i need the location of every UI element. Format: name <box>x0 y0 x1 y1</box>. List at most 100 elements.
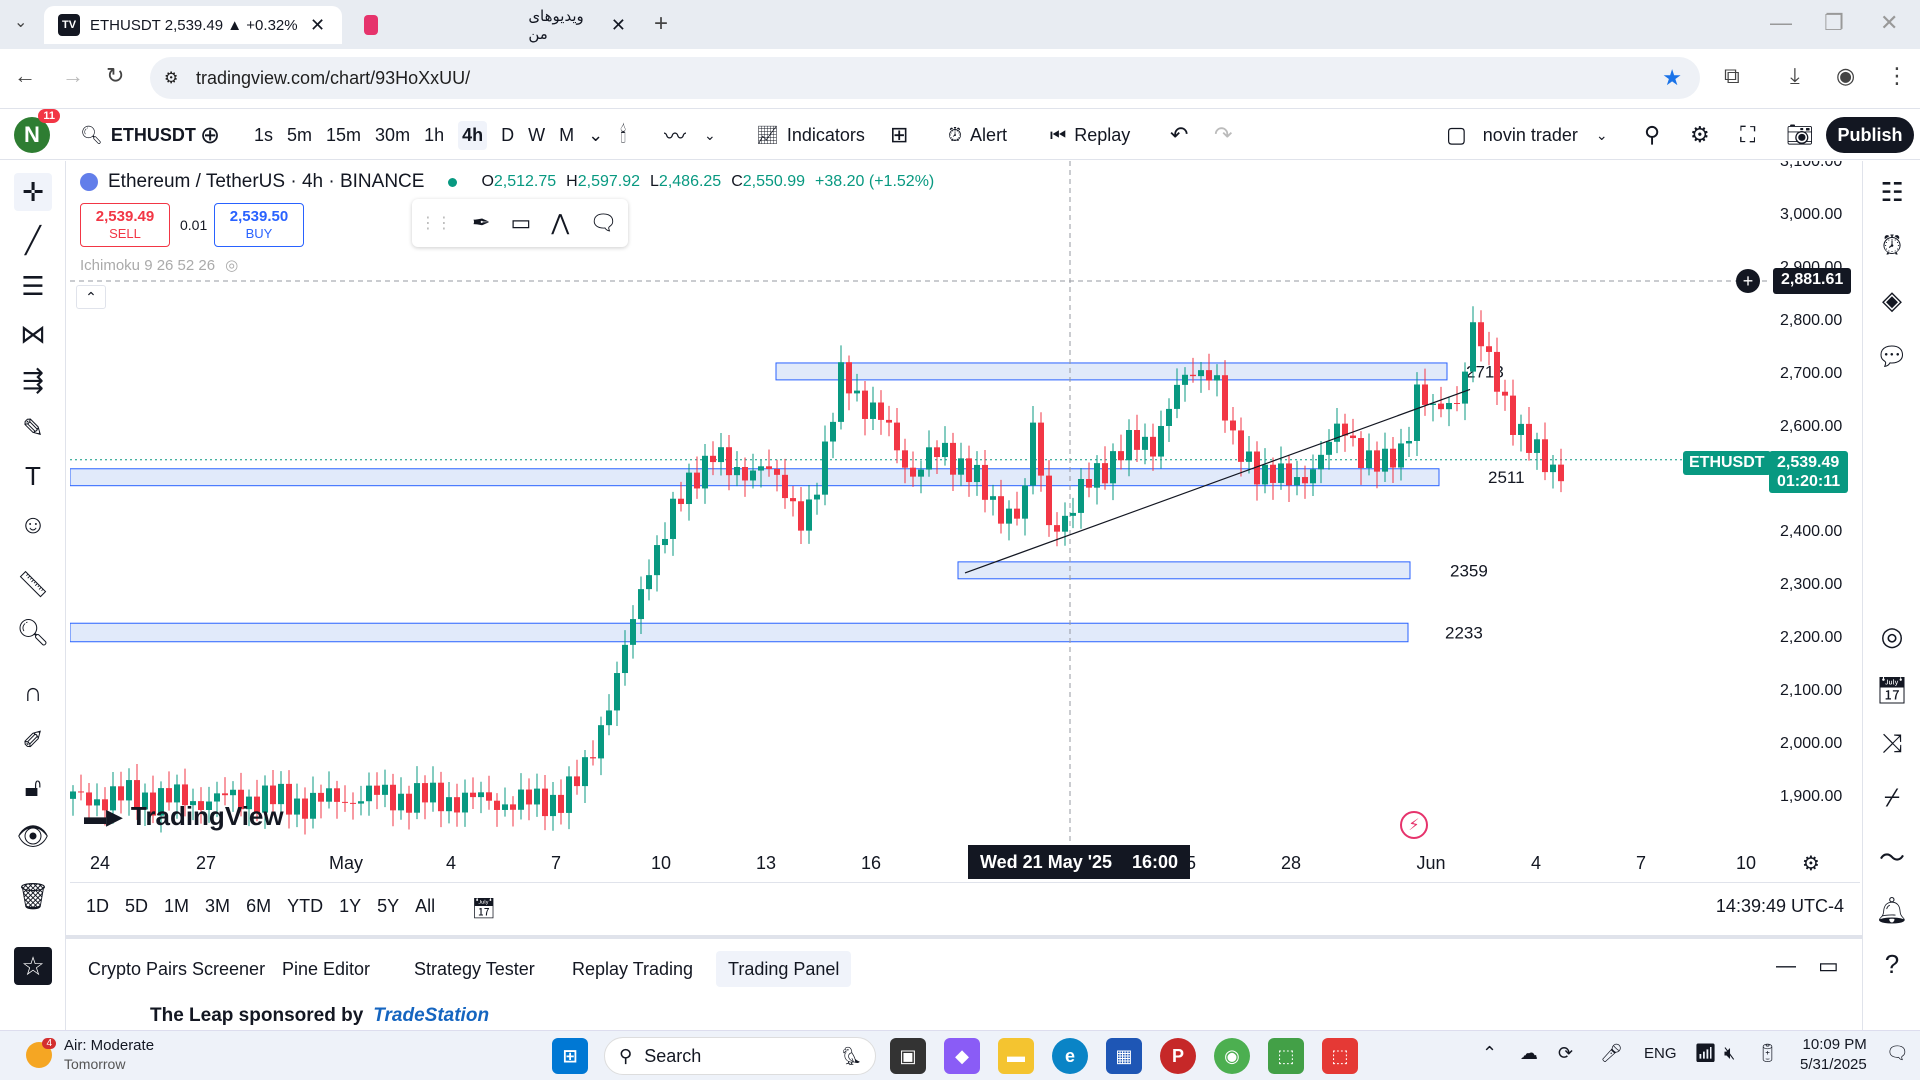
layout-menu-button[interactable]: ▢ novin trader ⌄ <box>1446 110 1608 160</box>
eye-hidden-icon[interactable]: ◎ <box>225 256 238 274</box>
tab-replay-trading[interactable]: Replay Trading <box>560 951 705 987</box>
buy-button[interactable]: 2,539.50 BUY <box>214 203 304 247</box>
profile-icon[interactable]: ◉ <box>1836 63 1855 89</box>
object-tree-icon[interactable]: ◈ <box>1873 281 1911 319</box>
tab-pine-editor[interactable]: Pine Editor <box>270 951 382 987</box>
onedrive-icon[interactable]: ☁ <box>1520 1043 1538 1064</box>
ideas-target-icon[interactable]: ◎ <box>1873 617 1911 655</box>
eye-icon[interactable]: 👁︎ <box>14 817 52 855</box>
tab-crypto-screener[interactable]: Crypto Pairs Screener <box>76 951 277 987</box>
undo-icon[interactable]: ↶ <box>1170 110 1188 160</box>
settings-gear-icon[interactable]: ⚙ <box>1690 110 1710 160</box>
magnet-icon[interactable]: ∩ <box>14 673 52 711</box>
pen-tool-icon[interactable]: ✒ <box>472 210 490 236</box>
timeframe-dropdown-icon[interactable]: ⌄ <box>588 125 603 146</box>
replay-button[interactable]: ⏮︎ Replay <box>1050 110 1130 160</box>
timeframe-M[interactable]: M <box>559 125 574 146</box>
time-axis[interactable]: 2427May471013162528Jun4710 Wed 21 May '2… <box>70 845 1860 881</box>
collapse-legend-icon[interactable]: ⌃ <box>76 285 106 309</box>
app-red-icon[interactable]: ⬚ <box>1322 1038 1358 1074</box>
timeframe-1s[interactable]: 1s <box>254 125 273 146</box>
lock-icon[interactable]: 🔓︎ <box>14 769 52 807</box>
range-6M[interactable]: 6M <box>246 896 271 921</box>
strategy-icon[interactable]: ⌿ <box>1873 779 1911 817</box>
reload-icon[interactable]: ↻ <box>106 63 124 89</box>
zoom-in-icon[interactable]: 🔍︎ <box>14 613 52 651</box>
text-tool-icon[interactable]: T <box>14 457 52 495</box>
browser-tab-2[interactable]: ویدیوهای من ✕ <box>350 6 640 44</box>
quick-search-icon[interactable]: ⚲ <box>1644 110 1660 160</box>
pine-editor-icon[interactable]: ⤨ <box>1873 725 1911 763</box>
copilot-icon[interactable]: ◆ <box>944 1038 980 1074</box>
new-tab-icon[interactable]: + <box>654 10 668 38</box>
stay-in-drawing-icon[interactable]: ✐ <box>14 721 52 759</box>
price-chart-canvas[interactable]: 2713251123592233 <box>70 161 1860 845</box>
drag-handle-icon[interactable]: ⋮⋮ <box>420 213 452 233</box>
sync-icon[interactable]: ⟳ <box>1558 1043 1573 1064</box>
brush-icon[interactable]: ✎ <box>14 409 52 447</box>
callout-tool-icon[interactable]: 🗨︎ <box>589 210 617 236</box>
candle-type-icon[interactable]: 🕯︎ <box>620 110 626 160</box>
close-window-icon[interactable]: ✕ <box>1880 10 1898 36</box>
downloads-icon[interactable]: ⤓ <box>1790 63 1800 89</box>
trend-line-icon[interactable]: ╱ <box>14 221 52 259</box>
chrome-icon[interactable]: ◉ <box>1214 1038 1250 1074</box>
price-axis[interactable]: 3,100.003,000.002,900.002,800.002,700.00… <box>1780 161 1860 845</box>
tab-close-icon[interactable]: ✕ <box>611 15 626 36</box>
chat-icon[interactable]: 💬︎ <box>1873 337 1911 375</box>
range-3M[interactable]: 3M <box>205 896 230 921</box>
indicator-row[interactable]: Ichimoku 9 26 52 26 ◎ <box>80 256 238 275</box>
sponsor-banner[interactable]: The Leap sponsored by TradeStation <box>150 1005 489 1027</box>
templates-icon[interactable]: ⊞ <box>890 110 908 160</box>
line-chart-icon[interactable]: 〰 ⌄ <box>664 110 716 160</box>
range-All[interactable]: All <box>415 896 435 921</box>
chevron-down-icon[interactable]: ⌄ <box>704 127 716 144</box>
site-info-icon[interactable]: ⚙ <box>164 68 178 88</box>
lightning-icon[interactable]: ⚡︎ <box>1400 811 1428 839</box>
crosshair-icon[interactable]: ✛ <box>14 173 52 211</box>
forecast-icon[interactable]: ⇶ <box>14 361 52 399</box>
axis-settings-icon[interactable]: ⚙ <box>1802 851 1820 876</box>
snapshot-camera-icon[interactable]: 📷︎ <box>1786 110 1814 160</box>
trash-icon[interactable]: 🗑︎ <box>14 877 52 915</box>
timeframe-15m[interactable]: 15m <box>326 125 361 146</box>
range-1M[interactable]: 1M <box>164 896 189 921</box>
bookmark-star-icon[interactable]: ★ <box>1662 65 1682 91</box>
taskbar-clock[interactable]: 10:09 PM 5/31/2025 <box>1800 1035 1867 1075</box>
volume-icon[interactable]: 🔇︎ <box>1724 1043 1735 1064</box>
timeframe-4h[interactable]: 4h <box>458 120 488 150</box>
utc-clock[interactable]: 14:39:49 UTC-4 <box>1716 896 1844 917</box>
go-to-date-icon[interactable]: 📅︎ <box>471 896 496 921</box>
rectangle-tool-icon[interactable]: ▭ <box>510 210 531 236</box>
compare-symbol-icon[interactable]: ⊕ <box>200 110 220 160</box>
range-5D[interactable]: 5D <box>125 896 148 921</box>
battery-icon[interactable]: 🔋︎ <box>1756 1043 1779 1064</box>
sell-button[interactable]: 2,539.49 SELL <box>80 203 170 247</box>
watchlist-icon[interactable]: ☷ <box>1873 173 1911 211</box>
edge-icon[interactable]: e <box>1052 1038 1088 1074</box>
browser-tab-active[interactable]: TV ETHUSDT 2,539.49 ▲ +0.32% n ✕ <box>44 6 342 44</box>
alert-button[interactable]: ⏰︎ Alert <box>948 110 1007 160</box>
start-windows-icon[interactable]: ⊞ <box>552 1038 588 1074</box>
emoji-icon[interactable]: ☺ <box>14 505 52 543</box>
tab-close-icon[interactable]: ✕ <box>310 15 325 36</box>
notifications-bell-icon[interactable]: 🔔︎ <box>1873 891 1911 929</box>
range-1D[interactable]: 1D <box>86 896 109 921</box>
chart-pane[interactable]: 2713 2511 2359 2233 Ethereum / TetherUS · 4… <box>70 161 1860 845</box>
restore-icon[interactable]: ❐ <box>1824 10 1844 36</box>
publish-button[interactable]: Publish <box>1826 117 1914 153</box>
tray-chevron-icon[interactable]: ⌃ <box>1482 1043 1497 1064</box>
forward-icon[interactable]: → <box>62 63 84 89</box>
wifi-icon[interactable]: 📶︎ <box>1694 1043 1717 1064</box>
user-avatar[interactable]: N 11 <box>14 109 60 160</box>
app-green-icon[interactable]: ⬚ <box>1268 1038 1304 1074</box>
notification-center-icon[interactable]: 🗨︎ <box>1886 1043 1909 1064</box>
calendar-icon[interactable]: 📅︎ <box>1873 671 1911 709</box>
alerts-clock-icon[interactable]: ⏰︎ <box>1873 227 1911 265</box>
timeframe-D[interactable]: D <box>501 125 514 146</box>
taskbar-search[interactable]: ⚲ Search 🦜︎ <box>604 1037 876 1075</box>
symbol-search-button[interactable]: 🔍︎ ETHUSDT <box>80 110 196 160</box>
minimize-icon[interactable]: — <box>1770 10 1792 36</box>
tab-strategy-tester[interactable]: Strategy Tester <box>402 951 547 987</box>
path-tool-icon[interactable]: ⋀ <box>551 210 569 236</box>
